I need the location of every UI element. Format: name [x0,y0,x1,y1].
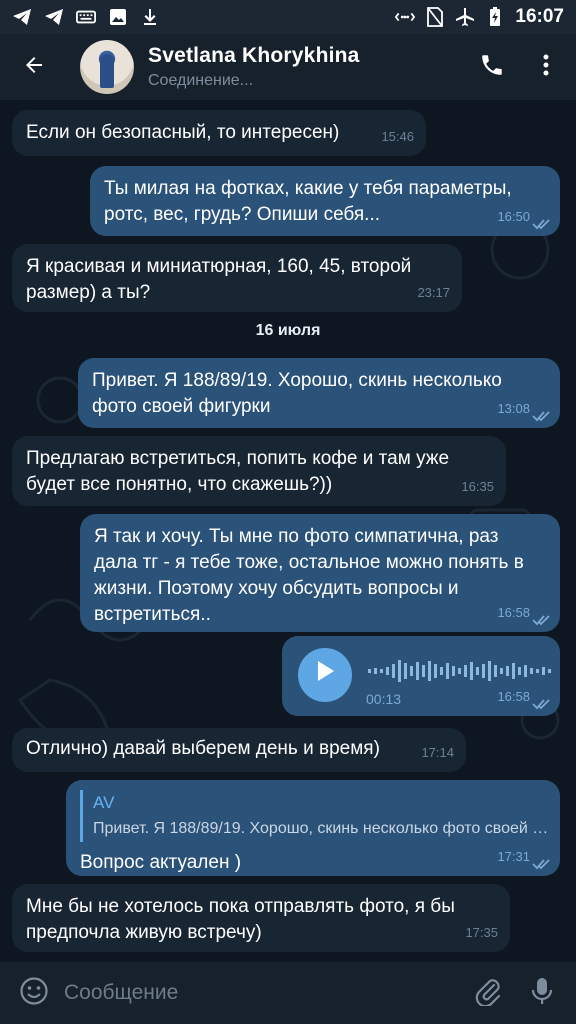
message-time: 16:58 [497,605,530,620]
message-time: 16:58 [497,689,530,704]
message-time: 23:17 [417,285,450,300]
phone-icon [479,52,505,83]
message-time: 17:14 [421,745,454,760]
read-checkmarks-icon [532,411,550,422]
message-incoming[interactable]: Отлично) давай выберем день и время) 17:… [12,728,466,772]
voice-record-button[interactable] [520,971,564,1015]
image-icon [108,7,128,27]
message-outgoing[interactable]: Привет. Я 188/89/19. Хорошо, скинь неско… [78,358,560,428]
arrow-left-icon [22,53,46,82]
message-text: Я красивая и миниатюрная, 160, 45, второ… [26,256,412,303]
composer [0,962,576,1024]
message-text: Мне бы не хотелось пока отправлять фото,… [26,896,455,943]
telegram-icon [12,7,32,27]
reply-quote[interactable]: AV Привет. Я 188/89/19. Хорошо, скинь не… [80,790,549,842]
battery-charging-icon [485,7,505,27]
message-text: Вопрос актуален ) [80,852,242,873]
status-time: 16:07 [515,6,564,27]
message-incoming[interactable]: Мне бы не хотелось пока отправлять фото,… [12,884,510,952]
message-time: 15:46 [381,129,414,144]
telegram-icon [44,7,64,27]
message-outgoing[interactable]: Я так и хочу. Ты мне по фото симпатична,… [80,514,560,632]
download-icon [140,7,160,27]
message-incoming[interactable]: Предлагаю встретиться, попить кофе и там… [12,436,506,506]
read-checkmarks-icon [532,699,550,710]
back-button[interactable] [10,43,58,91]
message-time: 13:08 [497,401,530,416]
avatar[interactable] [80,40,134,94]
voice-duration: 00:13 [366,691,402,707]
keyboard-icon [76,7,96,27]
read-checkmarks-icon [532,615,550,626]
message-time: 17:35 [465,925,498,940]
message-text: Отлично) давай выберем день и время) [26,738,380,759]
message-incoming[interactable]: Я красивая и миниатюрная, 160, 45, второ… [12,244,462,312]
read-checkmarks-icon [532,859,550,870]
call-button[interactable] [470,45,514,89]
connection-status: Соединение... [148,72,254,89]
contact-name: Svetlana Khorykhina [148,44,360,67]
message-input[interactable] [62,980,446,1006]
message-text: Если он безопасный, то интересен) [26,122,340,143]
message-time: 17:31 [497,849,530,864]
message-list[interactable]: Если он безопасный, то интересен) 15:46 … [0,100,576,962]
date-separator: 16 июля [255,322,321,339]
read-checkmarks-icon [532,219,550,230]
chat-title[interactable]: Svetlana Khorykhina Соединение... [148,44,360,90]
message-time: 16:35 [461,479,494,494]
reply-author: AV [93,793,115,812]
more-vertical-icon [542,53,550,82]
message-text: Привет. Я 188/89/19. Хорошо, скинь неско… [92,370,502,417]
reply-preview-text: Привет. Я 188/89/19. Хорошо, скинь неско… [93,820,549,837]
chat-header: Svetlana Khorykhina Соединение... [0,34,576,100]
airplane-icon [455,7,475,27]
status-bar: 16:07 [0,0,576,34]
attach-button[interactable] [466,971,510,1015]
voice-waveform[interactable] [368,658,558,684]
emoji-button[interactable] [12,971,56,1015]
message-incoming[interactable]: Если он безопасный, то интересен) 15:46 [12,110,426,156]
no-sim-icon [425,7,445,27]
message-text: Ты милая на фотках, какие у тебя парамет… [104,178,512,225]
microphone-icon [531,976,553,1011]
smiley-icon [19,976,49,1011]
message-time: 16:50 [497,209,530,224]
message-text: Я так и хочу. Ты мне по фото симпатична,… [94,526,524,625]
message-outgoing[interactable]: Ты милая на фотках, какие у тебя парамет… [90,166,560,236]
message-text: Предлагаю встретиться, попить кофе и там… [26,448,450,495]
voice-message[interactable]: 00:13 16:58 [282,636,560,716]
message-outgoing-reply[interactable]: AV Привет. Я 188/89/19. Хорошо, скинь не… [66,780,560,876]
more-options-button[interactable] [524,45,568,89]
paperclip-icon [474,976,502,1011]
play-button[interactable] [298,648,352,702]
data-saver-icon [395,7,416,27]
play-icon [315,660,335,690]
